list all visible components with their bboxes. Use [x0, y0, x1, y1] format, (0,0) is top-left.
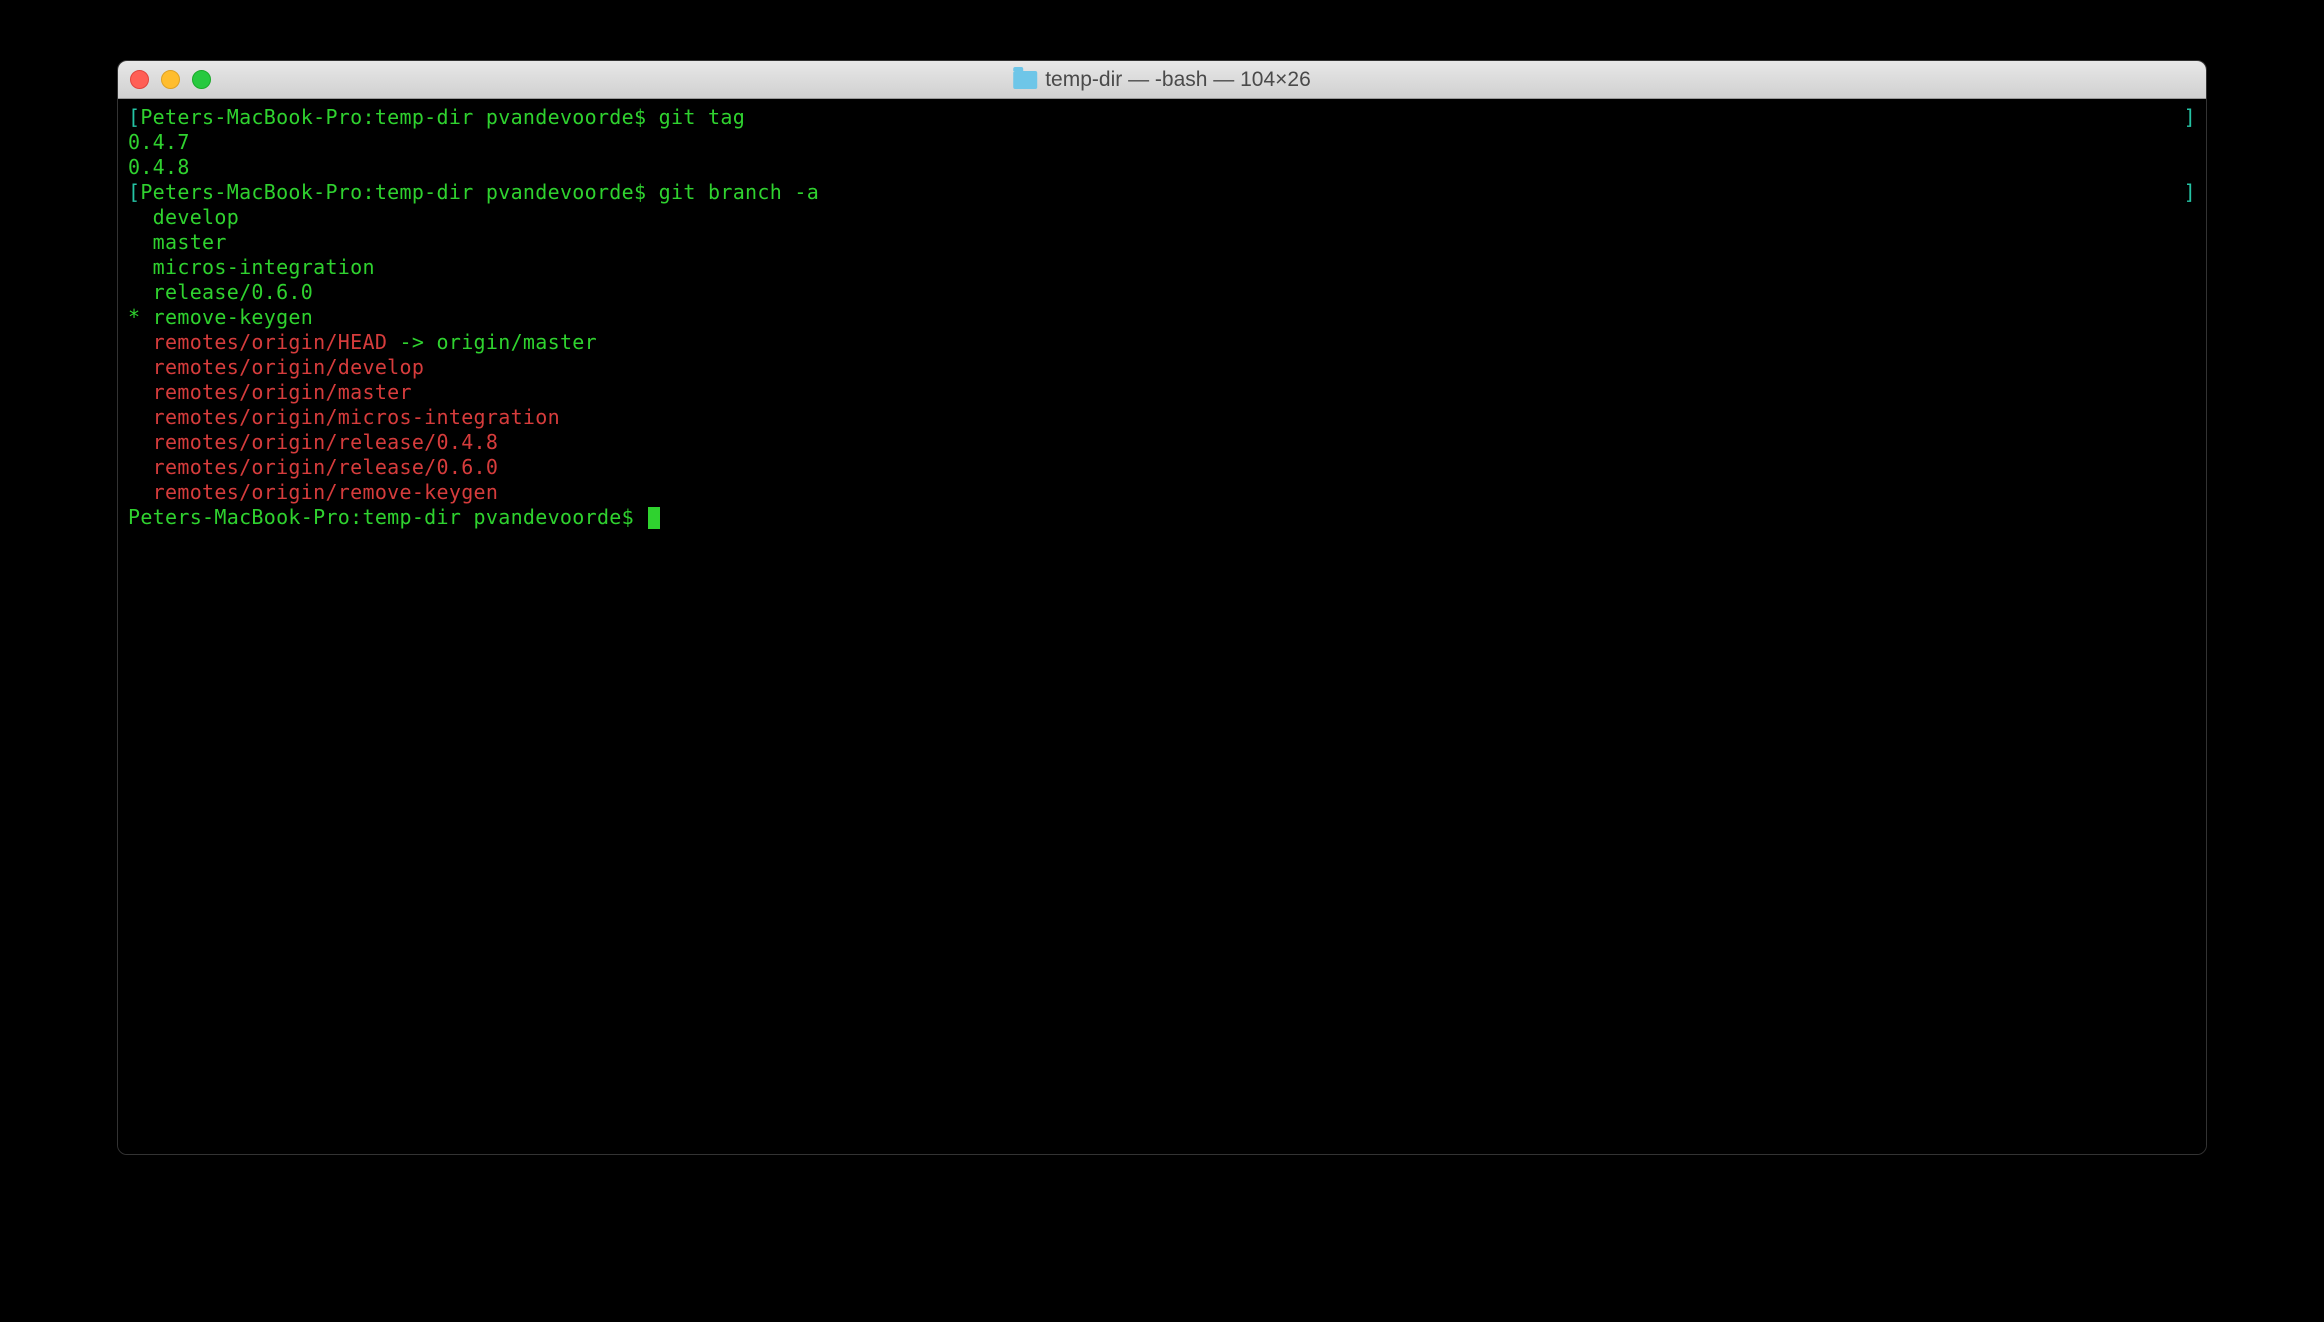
terminal-line: [Peters-MacBook-Pro:temp-dir pvandevoord… [128, 180, 2196, 205]
terminal-segment: [ [128, 105, 140, 129]
terminal-line: micros-integration [128, 255, 2196, 280]
terminal-segment: remotes/origin/remove-keygen [128, 480, 498, 504]
terminal-line: 0.4.8 [128, 155, 2196, 180]
terminal-line: remotes/origin/HEAD -> origin/master [128, 330, 2196, 355]
terminal-segment: Peters-MacBook-Pro:temp-dir pvandevoorde… [140, 105, 745, 129]
terminal-segment: remotes/origin/release/0.6.0 [128, 455, 498, 479]
terminal-segment: release/0.6.0 [128, 280, 313, 304]
terminal-segment: -> origin/master [387, 330, 597, 354]
terminal-segment: 0.4.8 [128, 155, 190, 179]
terminal-line: remotes/origin/release/0.4.8 [128, 430, 2196, 455]
terminal-line: remotes/origin/master [128, 380, 2196, 405]
terminal-trailing: ] [2184, 180, 2196, 205]
terminal-line: Peters-MacBook-Pro:temp-dir pvandevoorde… [128, 505, 2196, 530]
zoom-button[interactable] [192, 70, 211, 89]
terminal-segment: * remove-keygen [128, 305, 313, 329]
terminal-segment: micros-integration [128, 255, 375, 279]
terminal-segment: remotes/origin/master [128, 380, 412, 404]
terminal-window: temp-dir — -bash — 104×26 [Peters-MacBoo… [117, 60, 2207, 1155]
terminal-line: remotes/origin/micros-integration [128, 405, 2196, 430]
terminal-line: remotes/origin/develop [128, 355, 2196, 380]
terminal-segment: develop [128, 205, 239, 229]
cursor [648, 507, 660, 529]
terminal-segment: master [128, 230, 227, 254]
terminal-line: [Peters-MacBook-Pro:temp-dir pvandevoord… [128, 105, 2196, 130]
close-button[interactable] [130, 70, 149, 89]
terminal-trailing: ] [2184, 105, 2196, 130]
terminal-line: remotes/origin/remove-keygen [128, 480, 2196, 505]
terminal-line: master [128, 230, 2196, 255]
window-title-text: temp-dir — -bash — 104×26 [1045, 68, 1311, 92]
folder-icon [1013, 71, 1037, 89]
terminal-segment: remotes/origin/HEAD [128, 330, 387, 354]
terminal-segment: remotes/origin/release/0.4.8 [128, 430, 498, 454]
window-titlebar[interactable]: temp-dir — -bash — 104×26 [118, 61, 2206, 99]
terminal-line: remotes/origin/release/0.6.0 [128, 455, 2196, 480]
terminal-segment: remotes/origin/micros-integration [128, 405, 560, 429]
terminal-line: develop [128, 205, 2196, 230]
window-title: temp-dir — -bash — 104×26 [1013, 68, 1311, 92]
terminal-segment: [ [128, 180, 140, 204]
terminal-output[interactable]: [Peters-MacBook-Pro:temp-dir pvandevoord… [118, 99, 2206, 1154]
terminal-line: 0.4.7 [128, 130, 2196, 155]
terminal-line: * remove-keygen [128, 305, 2196, 330]
traffic-lights [130, 70, 211, 89]
terminal-line: release/0.6.0 [128, 280, 2196, 305]
terminal-segment: remotes/origin/develop [128, 355, 424, 379]
minimize-button[interactable] [161, 70, 180, 89]
terminal-segment: Peters-MacBook-Pro:temp-dir pvandevoorde… [128, 505, 646, 529]
terminal-segment: Peters-MacBook-Pro:temp-dir pvandevoorde… [140, 180, 819, 204]
terminal-segment: 0.4.7 [128, 130, 190, 154]
